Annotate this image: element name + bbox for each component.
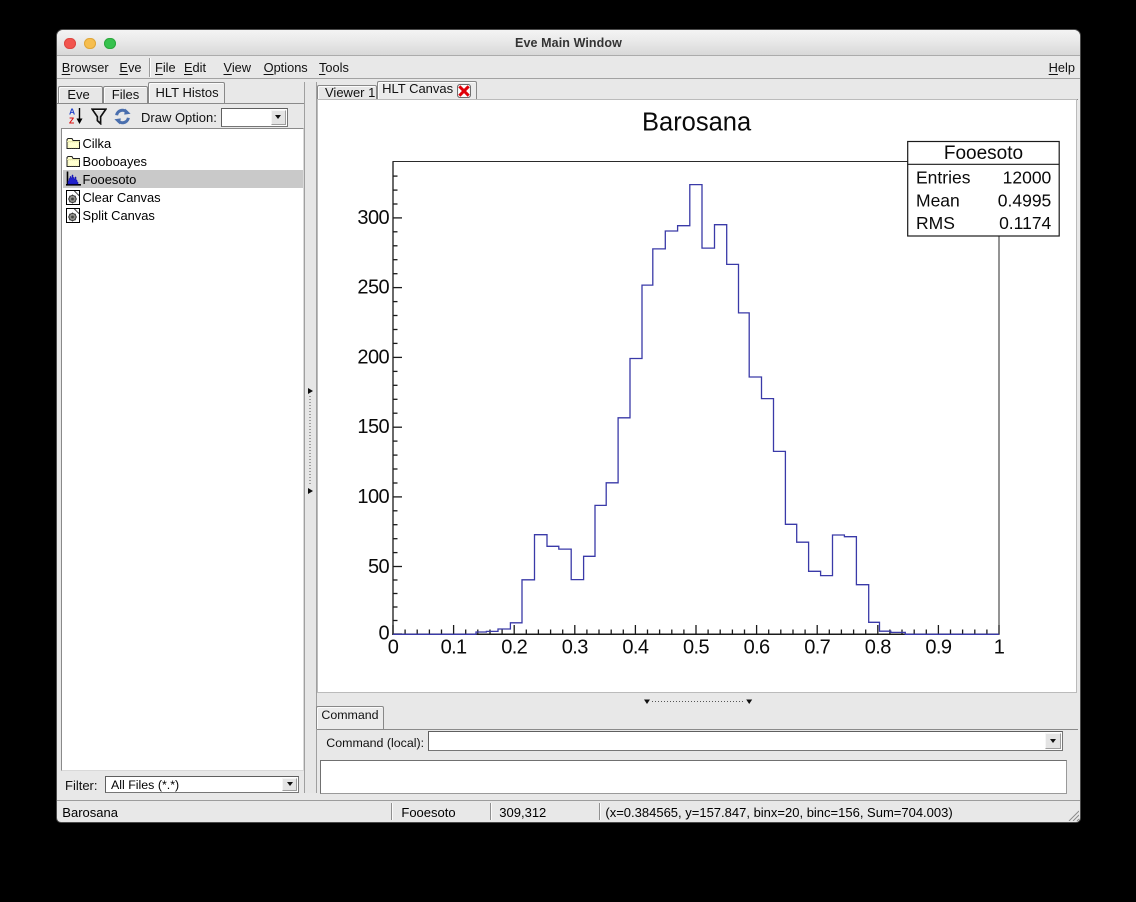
- svg-text:0: 0: [388, 636, 399, 658]
- svg-text:200: 200: [357, 346, 389, 368]
- svg-text:100: 100: [357, 486, 389, 508]
- svg-text:0.1174: 0.1174: [999, 213, 1051, 233]
- svg-text:Z: Z: [69, 116, 74, 126]
- svg-text:0: 0: [378, 622, 389, 644]
- svg-text:300: 300: [357, 207, 389, 229]
- svg-text:Fooesoto: Fooesoto: [944, 143, 1023, 164]
- svg-text:Mean: Mean: [916, 191, 960, 211]
- svg-text:150: 150: [357, 416, 389, 438]
- svg-text:0.9: 0.9: [925, 636, 951, 658]
- svg-text:0.3: 0.3: [562, 636, 588, 658]
- svg-text:0.1: 0.1: [441, 636, 467, 658]
- svg-text:0.5: 0.5: [683, 636, 709, 658]
- svg-text:12000: 12000: [1003, 168, 1052, 188]
- svg-text:0.8: 0.8: [865, 636, 891, 658]
- svg-text:1: 1: [994, 636, 1005, 658]
- svg-text:0.4995: 0.4995: [998, 191, 1052, 211]
- svg-text:Barosana: Barosana: [642, 108, 752, 136]
- svg-text:0.6: 0.6: [744, 636, 770, 658]
- svg-text:0.2: 0.2: [501, 636, 527, 658]
- svg-text:Entries: Entries: [916, 168, 971, 188]
- svg-text:0.7: 0.7: [804, 636, 830, 658]
- svg-text:0.4: 0.4: [622, 636, 648, 658]
- svg-text:250: 250: [357, 277, 389, 299]
- svg-text:RMS: RMS: [916, 213, 955, 233]
- svg-text:50: 50: [368, 556, 390, 578]
